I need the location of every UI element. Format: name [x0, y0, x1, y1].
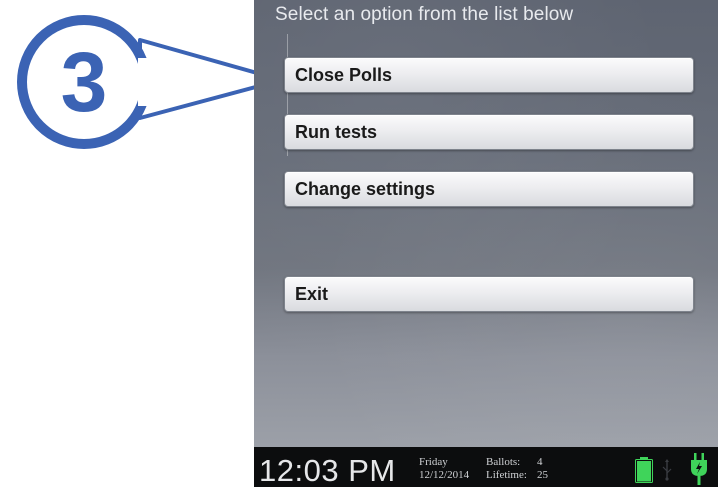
lifetime-label: Lifetime:	[486, 469, 527, 481]
step-number: 3	[60, 35, 108, 129]
day-label: Friday	[419, 456, 448, 468]
device-screen: Select an option from the list below Clo…	[254, 0, 718, 447]
change-settings-button[interactable]: Change settings	[284, 171, 694, 207]
usb-icon	[662, 459, 672, 481]
step-callout: 3	[0, 0, 290, 160]
instruction-text: Select an option from the list below	[275, 4, 574, 25]
ballots-label: Ballots:	[486, 456, 521, 468]
power-plug-icon	[691, 453, 707, 485]
ballot-counts: Ballots: 4 Lifetime: 25	[486, 456, 548, 482]
ballots-count: 4	[536, 456, 543, 468]
date-display: Friday 12/12/2014	[419, 456, 469, 482]
exit-button[interactable]: Exit	[284, 276, 694, 312]
status-bar: 12:03 PM Friday 12/12/2014 Ballots: 4 Li…	[254, 447, 718, 488]
close-polls-button[interactable]: Close Polls	[284, 57, 694, 93]
run-tests-button[interactable]: Run tests	[284, 114, 694, 150]
lifetime-count: 25	[536, 469, 548, 481]
battery-icon	[635, 457, 653, 483]
clock: 12:03 PM	[259, 453, 396, 488]
date-label: 12/12/2014	[419, 469, 470, 481]
